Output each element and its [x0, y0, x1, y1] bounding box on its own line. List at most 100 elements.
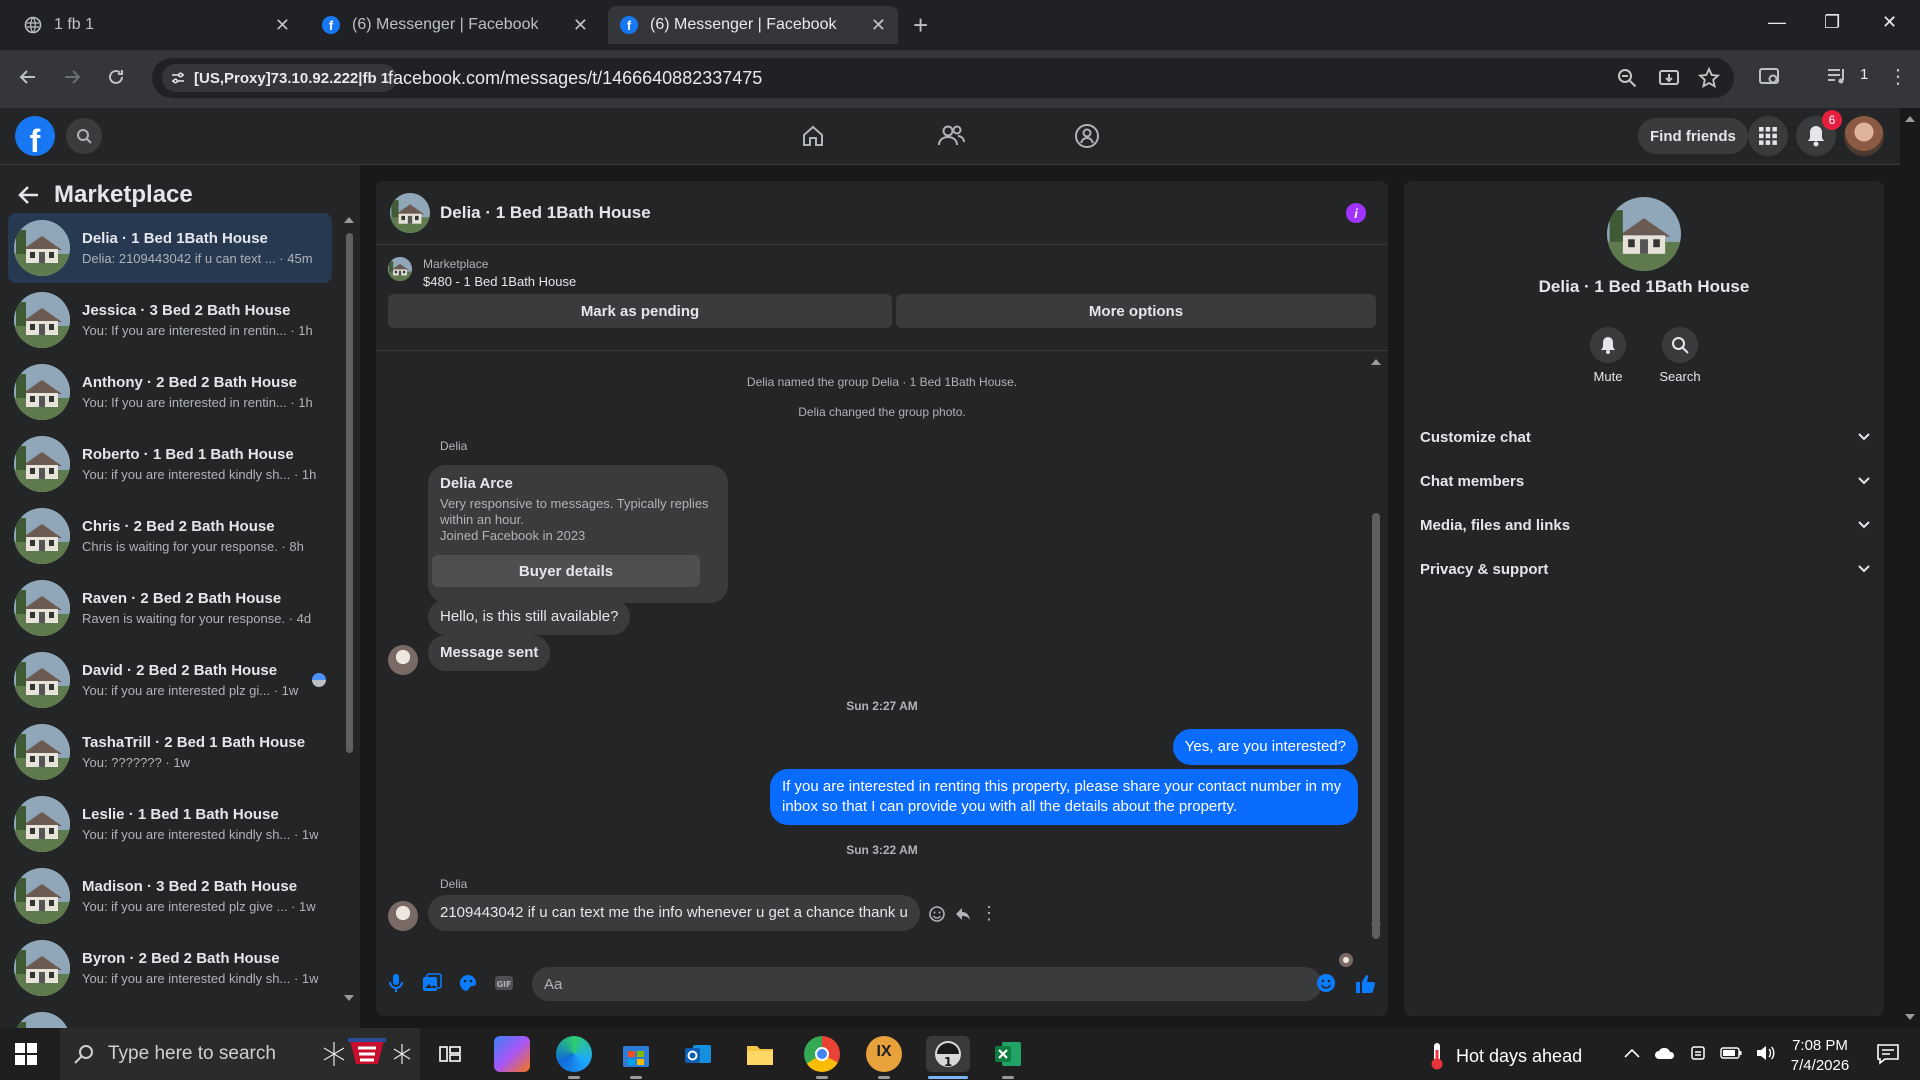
edge-icon[interactable]: [556, 1036, 592, 1072]
menu-grid-icon[interactable]: [1748, 116, 1788, 156]
conversation-item[interactable]: Anthony · 2 Bed 2 Bath House You: If you …: [8, 357, 332, 427]
copilot-icon[interactable]: [494, 1036, 530, 1072]
tab-1[interactable]: 1 fb 1 ✕: [12, 6, 302, 44]
conversation-item[interactable]: Nicko · 1 Bed 1 Bath House: [8, 1005, 332, 1029]
device-icon[interactable]: [1690, 1044, 1706, 1062]
sender-avatar[interactable]: [388, 645, 418, 675]
listing-thumbnail[interactable]: [388, 257, 412, 281]
forward-icon[interactable]: [62, 67, 82, 87]
info-icon[interactable]: i: [1346, 203, 1366, 223]
onedrive-icon[interactable]: [1654, 1045, 1676, 1061]
weather-widget[interactable]: Hot days ahead: [1430, 1042, 1582, 1070]
find-friends-button[interactable]: Find friends: [1638, 118, 1748, 154]
notification-center-icon[interactable]: [1876, 1042, 1900, 1066]
conversation-item[interactable]: Raven · 2 Bed 2 Bath House Raven is waiti…: [8, 573, 332, 643]
search-conversation-button[interactable]: Search: [1650, 327, 1710, 384]
conversation-item[interactable]: Chris · 2 Bed 2 Bath House Chris is waiti…: [8, 501, 332, 571]
more-actions-icon[interactable]: ⋮: [980, 903, 998, 924]
outgoing-message[interactable]: Yes, are you interested?: [1172, 729, 1358, 765]
photo-icon[interactable]: [422, 973, 442, 993]
file-explorer-icon[interactable]: [742, 1036, 778, 1072]
windows-start-icon[interactable]: [0, 1028, 52, 1080]
chrome-icon[interactable]: [804, 1036, 840, 1072]
page-scrollbar[interactable]: [1900, 108, 1920, 1028]
details-section[interactable]: Chat members: [1420, 461, 1870, 501]
tab-2[interactable]: f (6) Messenger | Facebook ✕: [310, 6, 600, 44]
chat-thumbnail[interactable]: [390, 193, 430, 233]
conversation-item[interactable]: Jessica · 3 Bed 2 Bath House You: If you …: [8, 285, 332, 355]
excel-icon[interactable]: [990, 1036, 1026, 1072]
battery-icon[interactable]: [1720, 1047, 1742, 1059]
search-highlight-icon[interactable]: [322, 1034, 412, 1074]
sticker-icon[interactable]: [458, 973, 478, 993]
conversation-item[interactable]: Byron · 2 Bed 2 Bath House You: if you ar…: [8, 933, 332, 1003]
minimize-icon[interactable]: —: [1768, 12, 1786, 33]
install-app-icon[interactable]: [1658, 67, 1680, 89]
like-thumb-icon[interactable]: [1354, 973, 1376, 995]
conversation-item[interactable]: David · 2 Bed 2 Bath House You: if you ar…: [8, 645, 332, 715]
conversation-item[interactable]: Madison · 3 Bed 2 Bath House You: if you …: [8, 861, 332, 931]
new-tab-icon[interactable]: +: [913, 10, 928, 41]
restore-icon[interactable]: ❐: [1824, 12, 1840, 33]
group-photo[interactable]: [1607, 197, 1681, 271]
menu-kebab-icon[interactable]: ⋮: [1888, 64, 1908, 89]
mark-as-pending-button[interactable]: Mark as pending: [388, 294, 892, 328]
mute-label: Mute: [1593, 369, 1623, 384]
chevron-up-icon[interactable]: [1624, 1048, 1640, 1058]
facebook-logo-icon[interactable]: f: [15, 116, 55, 156]
store-icon[interactable]: [618, 1036, 654, 1072]
gif-icon[interactable]: GIF: [494, 973, 514, 993]
close-tab-icon[interactable]: ✕: [871, 15, 886, 36]
close-tab-icon[interactable]: ✕: [275, 15, 290, 36]
reply-icon[interactable]: [954, 905, 972, 923]
conversation-item[interactable]: Roberto · 1 Bed 1 Bath House You: if you …: [8, 429, 332, 499]
react-emoji-icon[interactable]: [928, 905, 946, 923]
back-icon[interactable]: [18, 67, 38, 87]
running-indicator: [878, 1076, 890, 1079]
details-section[interactable]: Privacy & support: [1420, 549, 1870, 589]
groups-icon[interactable]: [1074, 123, 1100, 149]
incoming-message[interactable]: Message sent: [428, 635, 551, 671]
incoming-message[interactable]: 2109443042 if u can text me the info whe…: [428, 895, 920, 931]
details-section[interactable]: Customize chat: [1420, 417, 1870, 457]
message-input[interactable]: Aa: [532, 967, 1322, 1001]
conversation-item[interactable]: Delia · 1 Bed 1Bath House Delia: 21094430…: [8, 213, 332, 283]
chat-title[interactable]: Delia · 1 Bed 1Bath House: [440, 203, 651, 223]
outlook-icon[interactable]: [680, 1036, 716, 1072]
sidebar-scroll-thumb[interactable]: [346, 233, 353, 753]
microphone-icon[interactable]: [388, 973, 404, 993]
media-control-icon[interactable]: [1826, 65, 1848, 87]
sender-avatar[interactable]: [388, 901, 418, 931]
site-info-chip[interactable]: [US,Proxy]73.10.92.222|fb 1: [162, 64, 398, 92]
reading-list-icon[interactable]: [1758, 65, 1782, 89]
conversation-item[interactable]: TashaTrill · 2 Bed 1 Bath House You: ????…: [8, 717, 332, 787]
search-icon[interactable]: [66, 118, 102, 154]
bookmark-star-icon[interactable]: [1698, 67, 1720, 89]
address-bar[interactable]: [US,Proxy]73.10.92.222|fb 1 facebook.com…: [152, 58, 1734, 98]
listing-title[interactable]: $480 - 1 Bed 1Bath House: [423, 274, 576, 289]
url-text[interactable]: facebook.com/messages/t/1466640882337475: [388, 68, 762, 89]
conversation-item[interactable]: Leslie · 1 Bed 1 Bath House You: if you a…: [8, 789, 332, 859]
tab-3-active[interactable]: f (6) Messenger | Facebook ✕: [608, 6, 898, 44]
details-section[interactable]: Media, files and links: [1420, 505, 1870, 545]
profile-avatar[interactable]: [1844, 116, 1884, 156]
taskbar-clock[interactable]: 7:08 PM 7/4/2026: [1770, 1036, 1870, 1076]
mute-button[interactable]: Mute: [1578, 327, 1638, 384]
task-view-icon[interactable]: [432, 1036, 468, 1072]
zoom-icon[interactable]: [1616, 67, 1638, 89]
friends-icon[interactable]: [937, 123, 965, 149]
close-window-icon[interactable]: ✕: [1882, 12, 1897, 33]
incoming-message[interactable]: Hello, is this still available?: [428, 599, 631, 635]
home-icon[interactable]: [800, 123, 826, 149]
running-indicator: [1002, 1076, 1014, 1079]
ixbrowser-icon[interactable]: IX: [866, 1036, 902, 1072]
active-browser-app-icon[interactable]: 1: [926, 1036, 970, 1072]
chat-scroll-thumb[interactable]: [1372, 513, 1380, 939]
emoji-icon[interactable]: [1316, 973, 1336, 993]
close-tab-icon[interactable]: ✕: [573, 15, 588, 36]
profile-count[interactable]: 1: [1860, 66, 1868, 83]
buyer-details-button[interactable]: Buyer details: [432, 555, 700, 587]
outgoing-message[interactable]: If you are interested in renting this pr…: [770, 769, 1358, 825]
reload-icon[interactable]: [106, 67, 126, 87]
more-options-button[interactable]: More options: [896, 294, 1376, 328]
